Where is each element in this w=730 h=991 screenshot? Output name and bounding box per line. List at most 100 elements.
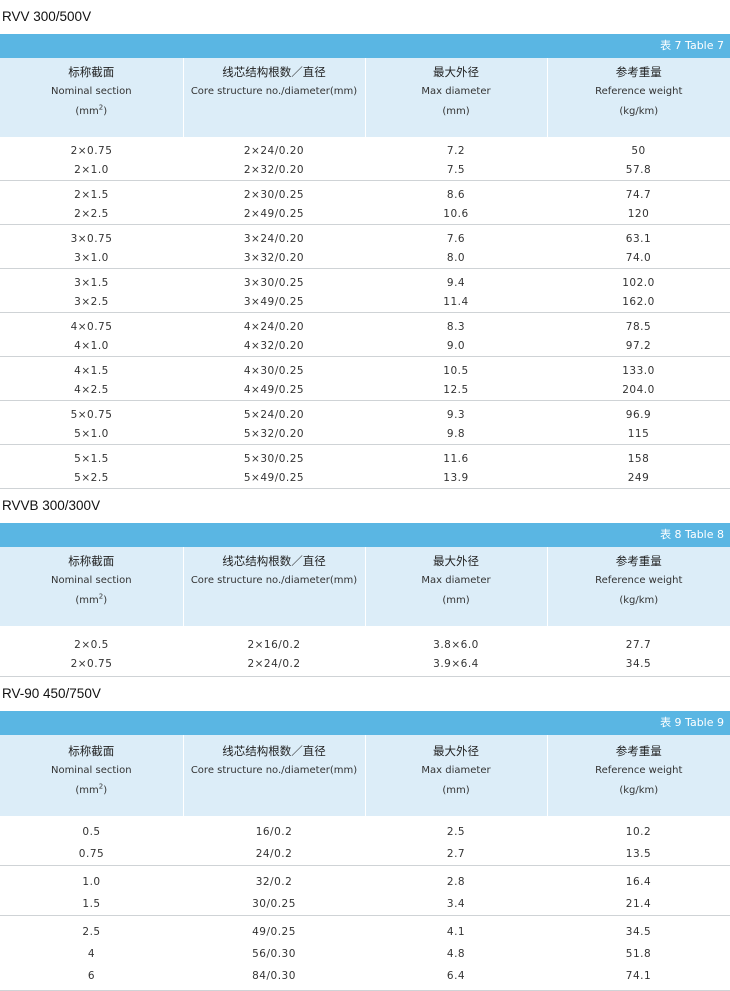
table-header: 标称截面Nominal section(mm2)线芯结构根数／直径Core st… bbox=[0, 547, 730, 626]
cell-value: 115 bbox=[547, 425, 730, 444]
header-unit: (kg/km) bbox=[619, 591, 658, 611]
header-label-en: Max diameter bbox=[421, 571, 490, 591]
cell-value: 84/0.30 bbox=[183, 965, 365, 987]
cell-nominal-section: 2×0.752×1.0 bbox=[0, 137, 183, 181]
cell-values: 3.8×6.03.9×6.4 bbox=[365, 636, 547, 674]
cell-value: 8.6 bbox=[365, 186, 547, 205]
cell-values: 78.597.2 bbox=[547, 318, 730, 356]
header-nominal-section: 标称截面Nominal section(mm2) bbox=[0, 735, 183, 816]
cell-value: 2×49/0.25 bbox=[183, 205, 365, 224]
cell-max-diameter: 2.52.7 bbox=[365, 816, 547, 866]
cell-values: 96.9115 bbox=[547, 406, 730, 444]
cell-value: 51.8 bbox=[547, 943, 730, 965]
cell-max-diameter: 11.613.9 bbox=[365, 445, 547, 489]
cell-core-structure: 5×30/0.255×49/0.25 bbox=[183, 445, 365, 489]
cell-values: 5×30/0.255×49/0.25 bbox=[183, 450, 365, 488]
cell-reference-weight: 5057.8 bbox=[547, 137, 730, 181]
cell-value: 4 bbox=[0, 943, 183, 965]
cell-value: 4×1.0 bbox=[0, 337, 183, 356]
cell-values: 3×24/0.203×32/0.20 bbox=[183, 230, 365, 268]
header-nominal-section: 标称截面Nominal section(mm2) bbox=[0, 58, 183, 137]
spec-table: 标称截面Nominal section(mm2)线芯结构根数／直径Core st… bbox=[0, 547, 730, 677]
cell-values: 7.68.0 bbox=[365, 230, 547, 268]
cell-value: 4×0.75 bbox=[0, 318, 183, 337]
cell-values: 158249 bbox=[547, 450, 730, 488]
cell-value: 2×1.5 bbox=[0, 186, 183, 205]
cell-value: 57.8 bbox=[547, 161, 730, 180]
cell-values: 27.734.5 bbox=[547, 636, 730, 674]
cell-values: 4×24/0.204×32/0.20 bbox=[183, 318, 365, 356]
cell-value: 32/0.2 bbox=[183, 871, 365, 893]
header-unit: (mm) bbox=[442, 591, 469, 611]
header-cell: 参考重量Reference weight(kg/km) bbox=[548, 551, 730, 611]
cell-value: 5×1.5 bbox=[0, 450, 183, 469]
table-body: 2×0.52×0.752×16/0.22×24/0.23.8×6.03.9×6.… bbox=[0, 626, 730, 676]
cell-value: 3.4 bbox=[365, 893, 547, 915]
cell-values: 49/0.2556/0.3084/0.30 bbox=[183, 921, 365, 987]
cell-value: 34.5 bbox=[547, 921, 730, 943]
unit-text-end: ) bbox=[103, 595, 107, 606]
cell-value: 1.0 bbox=[0, 871, 183, 893]
header-label-zh: 参考重量 bbox=[616, 741, 662, 761]
cell-value: 10.6 bbox=[365, 205, 547, 224]
header-label-zh: 标称截面 bbox=[68, 741, 114, 761]
header-cell: 最大外径Max diameter(mm) bbox=[366, 741, 547, 801]
unit-text: (mm bbox=[75, 595, 98, 606]
cell-value: 120 bbox=[547, 205, 730, 224]
header-label-zh: 参考重量 bbox=[616, 551, 662, 571]
cell-value: 2×0.75 bbox=[0, 655, 183, 674]
unit-text: (mm bbox=[75, 106, 98, 117]
cell-values: 2.83.4 bbox=[365, 871, 547, 915]
cell-value: 249 bbox=[547, 469, 730, 488]
cell-values: 4×30/0.254×49/0.25 bbox=[183, 362, 365, 400]
cell-value: 49/0.25 bbox=[183, 921, 365, 943]
header-label-en: Core structure no./diameter(mm) bbox=[191, 761, 357, 781]
cell-values: 2.52.7 bbox=[365, 821, 547, 865]
table-header: 标称截面Nominal section(mm2)线芯结构根数／直径Core st… bbox=[0, 735, 730, 816]
header-core-structure: 线芯结构根数／直径Core structure no./diameter(mm) bbox=[183, 735, 365, 816]
table-label: 表 8 Table 8 bbox=[0, 523, 730, 547]
cell-value: 21.4 bbox=[547, 893, 730, 915]
cell-value: 27.7 bbox=[547, 636, 730, 655]
header-nominal-section: 标称截面Nominal section(mm2) bbox=[0, 547, 183, 626]
cell-reference-weight: 27.734.5 bbox=[547, 626, 730, 676]
spec-document: RVV 300/500V表 7 Table 7标称截面Nominal secti… bbox=[0, 0, 730, 991]
header-cell: 标称截面Nominal section(mm2) bbox=[0, 551, 183, 611]
cell-value: 7.5 bbox=[365, 161, 547, 180]
cell-value: 13.9 bbox=[365, 469, 547, 488]
header-label-en: Reference weight bbox=[595, 571, 682, 591]
cell-value: 9.4 bbox=[365, 274, 547, 293]
cell-values: 63.174.0 bbox=[547, 230, 730, 268]
table-body: 0.50.7516/0.224/0.22.52.710.213.51.01.53… bbox=[0, 816, 730, 991]
unit-text-end: ) bbox=[103, 106, 107, 117]
cell-reference-weight: 78.597.2 bbox=[547, 313, 730, 357]
cell-value: 4.8 bbox=[365, 943, 547, 965]
cell-value: 3×1.5 bbox=[0, 274, 183, 293]
header-label-zh: 线芯结构根数／直径 bbox=[222, 62, 326, 82]
unit-text: (kg/km) bbox=[619, 106, 658, 117]
cell-values: 0.50.75 bbox=[0, 821, 183, 865]
cell-max-diameter: 7.27.5 bbox=[365, 137, 547, 181]
cell-value: 74.1 bbox=[547, 965, 730, 987]
cell-value: 2×16/0.2 bbox=[183, 636, 365, 655]
cell-value: 8.0 bbox=[365, 249, 547, 268]
cell-core-structure: 32/0.230/0.25 bbox=[183, 866, 365, 916]
header-label-en: Core structure no./diameter(mm) bbox=[191, 82, 357, 102]
table-row: 4×1.54×2.54×30/0.254×49/0.2510.512.5133.… bbox=[0, 357, 730, 401]
table-header: 标称截面Nominal section(mm2) 线芯结构根数／直径Core st… bbox=[0, 58, 730, 137]
cell-nominal-section: 2.546 bbox=[0, 916, 183, 991]
cell-max-diameter: 4.14.86.4 bbox=[365, 916, 547, 991]
cell-nominal-section: 3×0.753×1.0 bbox=[0, 225, 183, 269]
cell-core-structure: 5×24/0.205×32/0.20 bbox=[183, 401, 365, 445]
cell-value: 162.0 bbox=[547, 293, 730, 312]
header-max-diameter: 最大外径Max diameter(mm) bbox=[365, 735, 547, 816]
cell-values: 5×0.755×1.0 bbox=[0, 406, 183, 444]
header-label-zh: 参考重量 bbox=[616, 62, 662, 82]
cell-value: 50 bbox=[547, 142, 730, 161]
cell-core-structure: 2×30/0.252×49/0.25 bbox=[183, 181, 365, 225]
cell-value: 6 bbox=[0, 965, 183, 987]
header-label-zh: 线芯结构根数／直径 bbox=[222, 741, 326, 761]
table-row: 2×1.52×2.52×30/0.252×49/0.258.610.674.71… bbox=[0, 181, 730, 225]
table-row: 2×0.52×0.752×16/0.22×24/0.23.8×6.03.9×6.… bbox=[0, 626, 730, 676]
cell-value: 7.6 bbox=[365, 230, 547, 249]
